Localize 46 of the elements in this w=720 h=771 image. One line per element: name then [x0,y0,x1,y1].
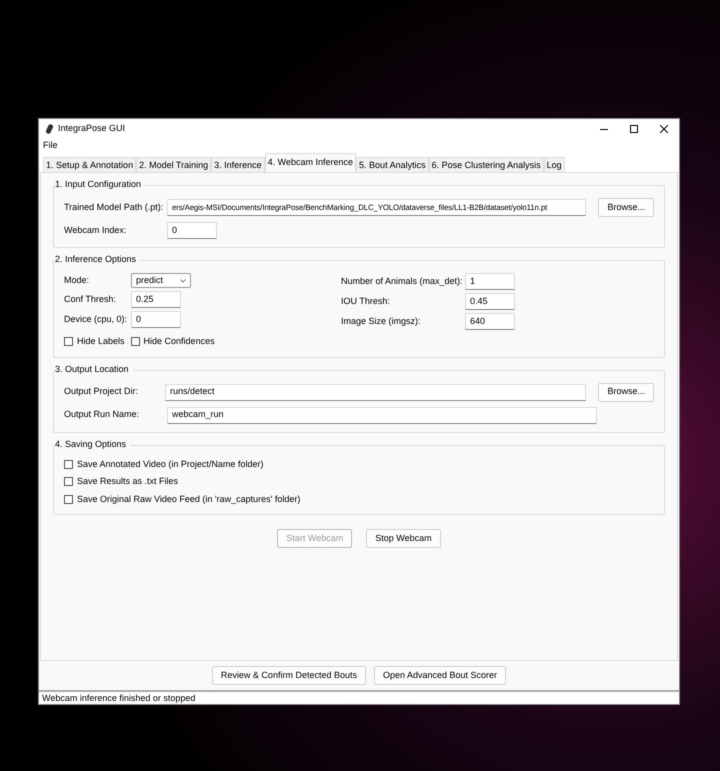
field-label: Output Run Name: [64,408,140,422]
status-bar: Webcam inference finished or stopped [39,690,679,704]
button[interactable]: Review & Confirm Detected Bouts [212,666,366,685]
checkbox[interactable]: Hide Confidences [130,335,215,348]
button[interactable]: Browse... [598,198,654,217]
feather-icon [45,123,54,135]
window-title: IntegraPose GUI [58,122,126,136]
section-title: 4. Saving Options [55,438,130,450]
field-label: Device (cpu, 0): [64,312,128,326]
tab[interactable]: 6. Pose Clustering Analysis [428,157,544,172]
tab[interactable]: 4. Webcam Inference [264,153,356,172]
field-label: Image Size (imgsz): [341,314,422,328]
text-field[interactable]: 0 [167,222,217,239]
field-label: IOU Thresh: [341,294,391,308]
button[interactable]: Browse... [598,382,654,402]
section-title: 2. Inference Options [55,253,140,265]
tab[interactable]: Log [544,157,565,172]
checkbox[interactable]: Hide Labels [64,335,125,348]
checkbox[interactable]: Save Annotated Video (in Project/Name folder) [64,458,654,471]
field-label: Mode: [64,274,90,287]
checkbox[interactable]: Save Results as .txt Files [64,475,654,488]
section-title: 1. Input Configuration [55,178,146,190]
menu-item[interactable]: File [42,139,59,153]
mode-dropdown[interactable]: predict [131,273,191,288]
text-field[interactable]: webcam_run [167,406,597,424]
field-label: Webcam Index: [64,224,128,237]
tab[interactable]: 3. Inference [211,157,265,172]
field-label: Conf Thresh: [64,292,117,306]
button[interactable]: Stop Webcam [366,529,441,548]
button[interactable]: Open Advanced Bout Scorer [374,666,506,685]
text-field[interactable]: 0.45 [465,293,515,310]
text-field[interactable]: 0 [131,311,181,328]
text-field[interactable]: runs/detect [165,384,586,400]
field-label: Number of Animals (max_det): [341,274,464,288]
chevron-icon [180,278,186,282]
close-icon[interactable] [660,125,668,133]
tab[interactable]: 5. Bout Analytics [356,157,429,172]
section-title: 3. Output Location [55,362,133,374]
checkbox[interactable]: Save Original Raw Video Feed (in 'raw_captures' folder) [64,492,654,506]
field-label: Output Project Dir: [64,385,140,398]
tab[interactable]: 1. Setup & Annotation [43,157,136,172]
text-field[interactable]: 0.25 [131,291,181,308]
text-field[interactable]: 640 [465,313,515,330]
text-field[interactable]: 1 [465,273,515,290]
tab[interactable]: 2. Model Training [136,157,212,172]
field-label: Trained Model Path (.pt): [64,200,163,214]
